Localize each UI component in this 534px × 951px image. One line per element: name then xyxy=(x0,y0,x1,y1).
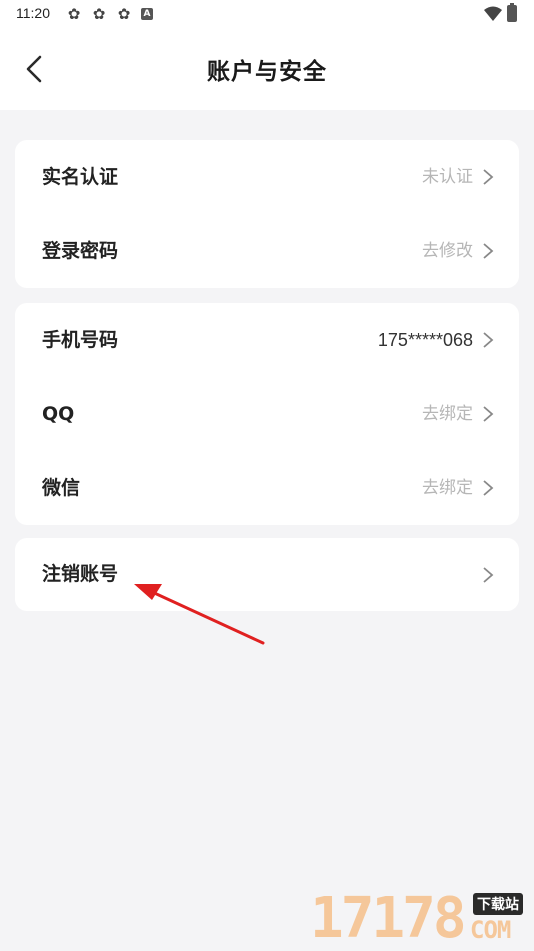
cancel-account-card: 注销账号 xyxy=(15,538,519,611)
watermark-logo: 17178 下载站 COM xyxy=(310,888,534,950)
binding-card: 手机号码 175*****068 QQ 去绑定 微信 去绑定 xyxy=(15,303,519,525)
notification-icons: ✿ ✿ ✿ A xyxy=(66,6,153,22)
row-value: 175*****068 xyxy=(377,330,473,350)
chevron-right-icon xyxy=(483,169,494,185)
row-label: 实名认证 xyxy=(42,166,119,188)
status-time: 11:20 xyxy=(16,5,50,21)
row-label: 微信 xyxy=(42,477,81,499)
row-wechat[interactable]: 微信 去绑定 xyxy=(15,451,519,525)
watermark-number: 17178 xyxy=(310,886,467,951)
row-label: QQ xyxy=(42,403,75,425)
row-value: 去修改 xyxy=(422,241,473,261)
row-value: 去绑定 xyxy=(422,478,473,498)
row-label: 登录密码 xyxy=(42,240,119,262)
row-phone-number[interactable]: 手机号码 175*****068 xyxy=(15,303,519,377)
chevron-right-icon xyxy=(483,567,494,583)
row-value: 去绑定 xyxy=(422,404,473,424)
row-label: 注销账号 xyxy=(42,563,119,585)
chevron-right-icon xyxy=(483,332,494,348)
app-icon: ✿ xyxy=(92,5,106,23)
watermark-tag: 下载站 xyxy=(473,893,523,915)
chevron-right-icon xyxy=(483,243,494,259)
row-qq[interactable]: QQ 去绑定 xyxy=(15,377,519,451)
row-label: 手机号码 xyxy=(42,329,119,351)
chevron-right-icon xyxy=(483,406,494,422)
page-title: 账户与安全 xyxy=(207,59,327,85)
chevron-right-icon xyxy=(483,480,494,496)
app-icon: ✿ xyxy=(117,5,131,23)
status-bar: 11:20 ✿ ✿ ✿ A xyxy=(0,0,534,28)
watermark-domain: COM xyxy=(470,916,511,944)
row-login-password[interactable]: 登录密码 去修改 xyxy=(15,214,519,288)
row-real-name-verification[interactable]: 实名认证 未认证 xyxy=(15,140,519,214)
row-value: 未认证 xyxy=(422,167,473,187)
badge-icon: A xyxy=(141,8,153,20)
header: 账户与安全 xyxy=(0,28,534,110)
battery-icon xyxy=(507,3,517,22)
wifi-icon xyxy=(484,6,502,21)
row-cancel-account[interactable]: 注销账号 xyxy=(15,538,519,611)
identity-card: 实名认证 未认证 登录密码 去修改 xyxy=(15,140,519,288)
app-icon: ✿ xyxy=(67,5,81,23)
